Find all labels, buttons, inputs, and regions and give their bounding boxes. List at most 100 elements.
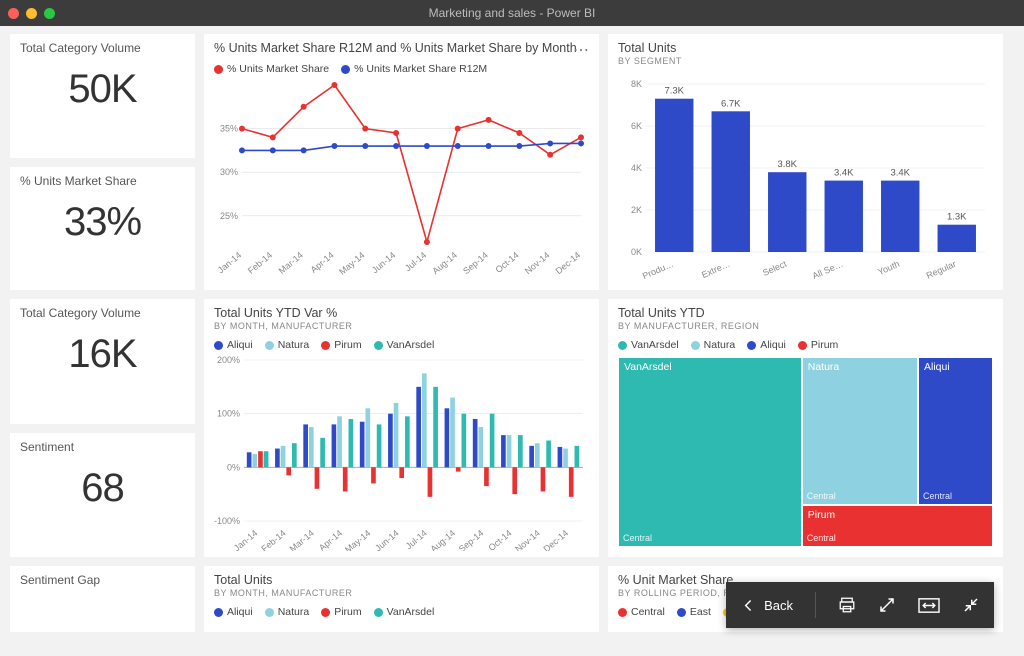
svg-text:Select: Select [761,258,788,278]
legend-swatch [618,608,627,617]
window-title: Marketing and sales - Power BI [429,6,596,20]
kpi-total-category-volume[interactable]: Total Category Volume 50K [10,34,195,158]
svg-text:-100%: -100% [214,516,240,526]
kpi-total-category-volume-2[interactable]: Total Category Volume 16K [10,299,195,424]
svg-text:Aug-14: Aug-14 [428,528,457,551]
svg-text:4K: 4K [631,163,642,173]
minimize-window-button[interactable] [26,8,37,19]
svg-text:Produ…: Produ… [641,259,675,282]
treemap-cell-name: Natura [808,361,840,373]
legend-label: Pirum [334,339,361,351]
legend-label: VanArsdel [387,339,435,351]
svg-text:8K: 8K [631,79,642,89]
legend-label: Aliqui [227,606,253,618]
kpi-title: Sentiment [20,440,185,454]
svg-text:Apr-14: Apr-14 [317,528,344,551]
svg-text:Feb-14: Feb-14 [246,250,274,276]
svg-text:Oct-14: Oct-14 [494,250,521,275]
svg-text:Jan-14: Jan-14 [216,250,244,275]
treemap-cell-natura[interactable]: Natura Central [802,357,918,505]
svg-text:Sep-14: Sep-14 [461,250,490,276]
svg-text:0K: 0K [631,247,642,257]
svg-text:100%: 100% [217,409,240,419]
svg-text:Mar-14: Mar-14 [277,250,305,276]
svg-text:Sep-14: Sep-14 [457,528,486,551]
back-button[interactable]: Back [740,597,793,614]
legend-label: Natura [278,606,310,618]
chart-total-units-ytd-treemap[interactable]: Total Units YTD BY MANUFACTURER, REGION … [608,299,1003,557]
svg-text:Jun-14: Jun-14 [370,250,398,275]
svg-text:Nov-14: Nov-14 [513,528,542,551]
close-window-button[interactable] [8,8,19,19]
kpi-value: 33% [20,200,185,261]
svg-text:Oct-14: Oct-14 [487,528,514,551]
svg-text:2K: 2K [631,205,642,215]
dashboard-grid: Total Category Volume 50K % Units Market… [0,26,1024,632]
chart-title: Total Units YTD Var % [214,306,589,320]
grouped-bar-chart-canvas: -100%0%100%200%Jan-14Feb-14Mar-14Apr-14M… [214,356,589,551]
kpi-title: Sentiment Gap [20,573,185,587]
svg-text:30%: 30% [220,167,238,177]
legend-label: Natura [278,339,310,351]
legend-swatch [798,341,807,350]
chart-subtitle: BY MONTH, MANUFACTURER [214,321,589,331]
svg-text:May-14: May-14 [343,528,372,551]
print-icon[interactable] [838,596,856,614]
svg-text:35%: 35% [220,124,238,134]
svg-text:All Se…: All Se… [811,259,845,281]
svg-text:Jun-14: Jun-14 [373,528,401,551]
legend-label: Central [631,606,665,618]
kpi-title: Total Category Volume [20,41,185,55]
legend-swatch [214,341,223,350]
kpi-value: 68 [20,466,185,527]
svg-text:Extre…: Extre… [700,259,731,280]
legend-label: Pirum [811,339,838,351]
chart-total-units-segment[interactable]: Total Units BY SEGMENT 0K2K4K6K8K7.3KPro… [608,34,1003,290]
treemap-cell-region: Central [623,533,652,543]
treemap-cell-name: Pirum [808,509,835,521]
treemap-cell-aliqui[interactable]: Aliqui Central [918,357,993,505]
legend-label: VanArsdel [387,606,435,618]
kpi-sentiment-gap[interactable]: Sentiment Gap [10,566,195,632]
treemap-cell-region: Central [807,491,836,501]
chart-total-units-bottom[interactable]: Total Units BY MONTH, MANUFACTURER Aliqu… [204,566,599,632]
svg-text:6K: 6K [631,121,642,131]
chart-legend: Aliqui Natura Pirum VanArsdel [214,606,589,618]
legend-swatch [677,608,686,617]
expand-icon[interactable] [878,596,896,614]
treemap-cell-region: Central [923,491,952,501]
kpi-units-market-share[interactable]: % Units Market Share 33% [10,167,195,291]
chart-title: Total Units [618,41,993,55]
maximize-window-button[interactable] [44,8,55,19]
legend-label: % Units Market Share [227,63,329,75]
svg-text:3.4K: 3.4K [834,168,854,179]
kpi-value: 16K [20,332,185,393]
legend-label: % Units Market Share R12M [354,63,487,75]
treemap-cell-region: Central [807,533,836,543]
treemap-cell-name: VanArsdel [624,361,672,373]
treemap-cell-name: Aliqui [924,361,950,373]
collapse-icon[interactable] [962,596,980,614]
legend-swatch [214,65,223,74]
svg-text:Nov-14: Nov-14 [523,250,552,276]
legend-swatch [321,341,330,350]
more-options-icon[interactable]: ⋯ [573,40,589,60]
svg-text:Apr-14: Apr-14 [309,250,336,275]
kpi-title: % Units Market Share [20,174,185,188]
svg-text:Dec-14: Dec-14 [542,528,571,551]
line-chart-canvas: 25%30%35%Jan-14Feb-14Mar-14Apr-14May-14J… [214,80,589,280]
svg-text:Dec-14: Dec-14 [554,250,583,276]
bar-chart-canvas: 0K2K4K6K8K7.3KProdu…6.7KExtre…3.8KSelect… [618,66,993,284]
kpi-value: 50K [20,67,185,128]
chart-total-units-ytd-var[interactable]: Total Units YTD Var % BY MONTH, MANUFACT… [204,299,599,557]
kpi-sentiment[interactable]: Sentiment 68 [10,433,195,558]
chart-subtitle: BY MANUFACTURER, REGION [618,321,993,331]
svg-text:Youth: Youth [876,259,901,277]
fit-to-width-icon[interactable] [918,598,940,613]
treemap-cell-pirum[interactable]: Pirum Central [802,505,993,547]
legend-label: VanArsdel [631,339,679,351]
chart-subtitle: BY SEGMENT [618,56,993,66]
svg-text:Jan-14: Jan-14 [232,528,260,551]
treemap-cell-vanarsdel[interactable]: VanArsdel Central [618,357,802,547]
chart-units-market-share-line[interactable]: % Units Market Share R12M and % Units Ma… [204,34,599,290]
